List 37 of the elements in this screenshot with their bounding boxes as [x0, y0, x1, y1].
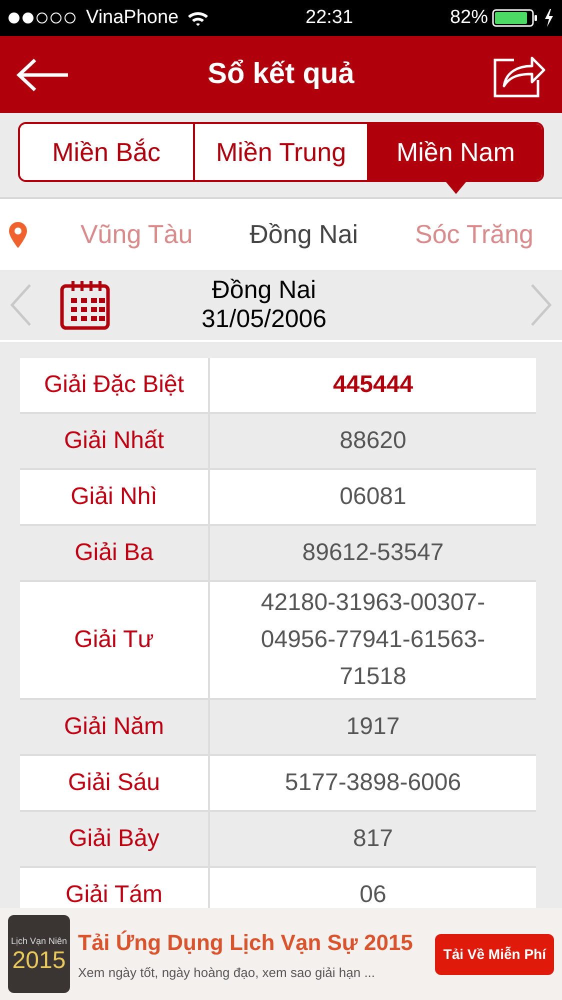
- prize-label: Giải Đặc Biệt: [20, 358, 208, 412]
- prize-label: Giải Nhất: [20, 414, 208, 468]
- prize-label: Giải Tám: [20, 868, 208, 908]
- province-tab[interactable]: Đồng Nai: [250, 215, 358, 254]
- battery-percent: 82%: [450, 6, 488, 30]
- charging-icon: [544, 9, 554, 27]
- screen-title: Sổ kết quả: [208, 56, 354, 92]
- result-number: 5177-3898-6006: [210, 756, 536, 810]
- download-button[interactable]: Tải Về Miễn Phí: [435, 934, 554, 974]
- ad-headline: Tải Ứng Dụng Lịch Vạn Sự 2015: [78, 928, 414, 957]
- ad-subline: Xem ngày tốt, ngày hoàng đạo, xem sao giải hạn ...: [78, 964, 376, 982]
- app-icon-year: 2015: [12, 948, 66, 973]
- prize-label: Giải Ba: [20, 526, 208, 580]
- prize-label: Giải Sáu: [20, 756, 208, 810]
- result-number: 88620: [210, 414, 536, 468]
- result-number: 42180-31963-00307-04956-77941-61563-71518: [210, 582, 536, 698]
- prize-label: Giải Tư: [20, 582, 208, 698]
- draw-date: 31/05/2006: [201, 305, 327, 334]
- result-number: 817: [210, 812, 536, 866]
- result-number: 1917: [210, 700, 536, 754]
- calendar-icon[interactable]: [60, 280, 110, 330]
- prize-label: Giải Năm: [20, 700, 208, 754]
- prize-label: Giải Bảy: [20, 812, 208, 866]
- carrier-name: VinaPhone: [86, 6, 179, 30]
- result-number: 445444: [210, 358, 536, 412]
- battery-icon: [492, 9, 540, 27]
- result-number: 89612-53547: [210, 526, 536, 580]
- back-arrow-icon[interactable]: [16, 58, 70, 92]
- location-pin-icon: [8, 220, 28, 248]
- clock-time: 22:31: [306, 6, 354, 28]
- province-name: Đồng Nai: [212, 276, 316, 305]
- wifi-icon: [186, 10, 209, 26]
- result-number: 06: [210, 868, 536, 908]
- prize-label: Giải Nhì: [20, 470, 208, 524]
- signal-icon: [8, 12, 78, 24]
- app-icon-caption: Lịch Vạn Niên: [10, 935, 68, 948]
- result-number: 06081: [210, 470, 536, 524]
